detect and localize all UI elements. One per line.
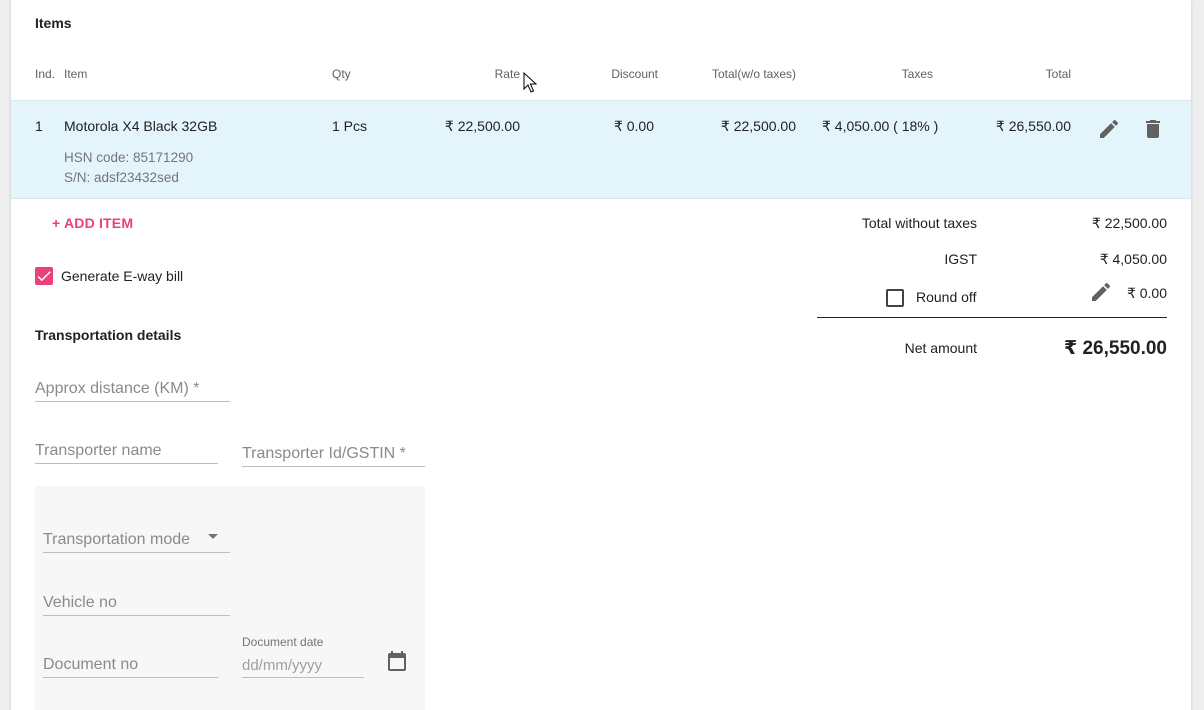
row-taxes: ₹ 4,050.00 ( 18% ) <box>822 118 939 134</box>
document-date-value: dd/mm/yyyy <box>242 657 323 674</box>
total-without-taxes-label: Total without taxes <box>861 215 977 231</box>
edit-row-button[interactable] <box>1097 117 1121 141</box>
row-qty: 1 Pcs <box>332 118 368 134</box>
net-amount-value: ₹ 26,550.00 <box>1063 338 1167 359</box>
row-item-name: Motorola X4 Black 32GB <box>64 118 218 134</box>
round-off-label: Round off <box>916 289 977 305</box>
transportation-mode-select[interactable]: Transportation mode <box>43 520 230 553</box>
transporter-id-placeholder: Transporter Id/GSTIN * <box>242 445 406 462</box>
vehicle-no-field[interactable]: Vehicle no <box>43 585 230 616</box>
pencil-icon <box>1100 119 1119 138</box>
summary-divider <box>817 317 1167 318</box>
row-serial-number: S/N: adsf23432sed <box>64 170 179 185</box>
vehicle-no-placeholder: Vehicle no <box>43 594 117 611</box>
header-total: Total <box>1045 67 1071 81</box>
items-section-title: Items <box>35 15 72 31</box>
header-rate: Rate <box>494 67 520 81</box>
document-date-label: Document date <box>242 635 324 649</box>
transporter-id-field[interactable]: Transporter Id/GSTIN * <box>242 436 425 467</box>
eway-bill-label: Generate E-way bill <box>61 268 184 284</box>
trash-icon <box>1146 120 1160 138</box>
approx-distance-field[interactable]: Approx distance (KM) * <box>35 370 230 402</box>
round-off-checkbox[interactable] <box>886 289 904 307</box>
total-without-taxes-value: ₹ 22,500.00 <box>1091 215 1167 231</box>
calendar-icon <box>388 651 406 671</box>
document-no-placeholder: Document no <box>43 656 139 673</box>
row-discount: ₹ 0.00 <box>613 118 654 134</box>
igst-label: IGST <box>944 251 977 267</box>
header-index: Ind. <box>35 67 56 81</box>
round-off-value: ₹ 0.00 <box>1126 285 1167 301</box>
transporter-name-field[interactable]: Transporter name <box>35 433 218 464</box>
row-index: 1 <box>35 118 43 134</box>
net-amount-label: Net amount <box>904 340 977 356</box>
header-item: Item <box>64 67 88 81</box>
row-total-wo-taxes: ₹ 22,500.00 <box>720 118 796 134</box>
header-total-wo-taxes: Total(w/o taxes) <box>711 67 796 81</box>
calendar-button[interactable] <box>385 650 409 674</box>
items-card: Items Ind. Item Qty Rate Discount Total(… <box>11 0 1191 710</box>
transporter-name-placeholder: Transporter name <box>35 442 162 459</box>
add-item-button[interactable]: + ADD ITEM <box>52 215 133 231</box>
transportation-mode-placeholder: Transportation mode <box>43 531 191 548</box>
header-qty: Qty <box>332 67 351 81</box>
checkmark-icon <box>37 271 51 282</box>
approx-distance-placeholder: Approx distance (KM) * <box>35 380 200 397</box>
document-no-field[interactable]: Document no <box>43 647 218 678</box>
header-taxes: Taxes <box>901 67 933 81</box>
header-discount: Discount <box>611 67 658 81</box>
mouse-cursor-icon <box>523 72 537 93</box>
transportation-details-title: Transportation details <box>35 327 182 343</box>
eway-bill-checkbox[interactable] <box>35 267 53 285</box>
igst-value: ₹ 4,050.00 <box>1099 251 1167 267</box>
document-date-field[interactable]: Document date dd/mm/yyyy <box>242 635 364 678</box>
delete-row-button[interactable] <box>1141 117 1165 141</box>
row-total: ₹ 26,550.00 <box>995 118 1071 134</box>
chevron-down-icon <box>208 534 218 539</box>
row-hsn-code: HSN code: 85171290 <box>64 150 194 165</box>
row-rate: ₹ 22,500.00 <box>444 118 520 134</box>
